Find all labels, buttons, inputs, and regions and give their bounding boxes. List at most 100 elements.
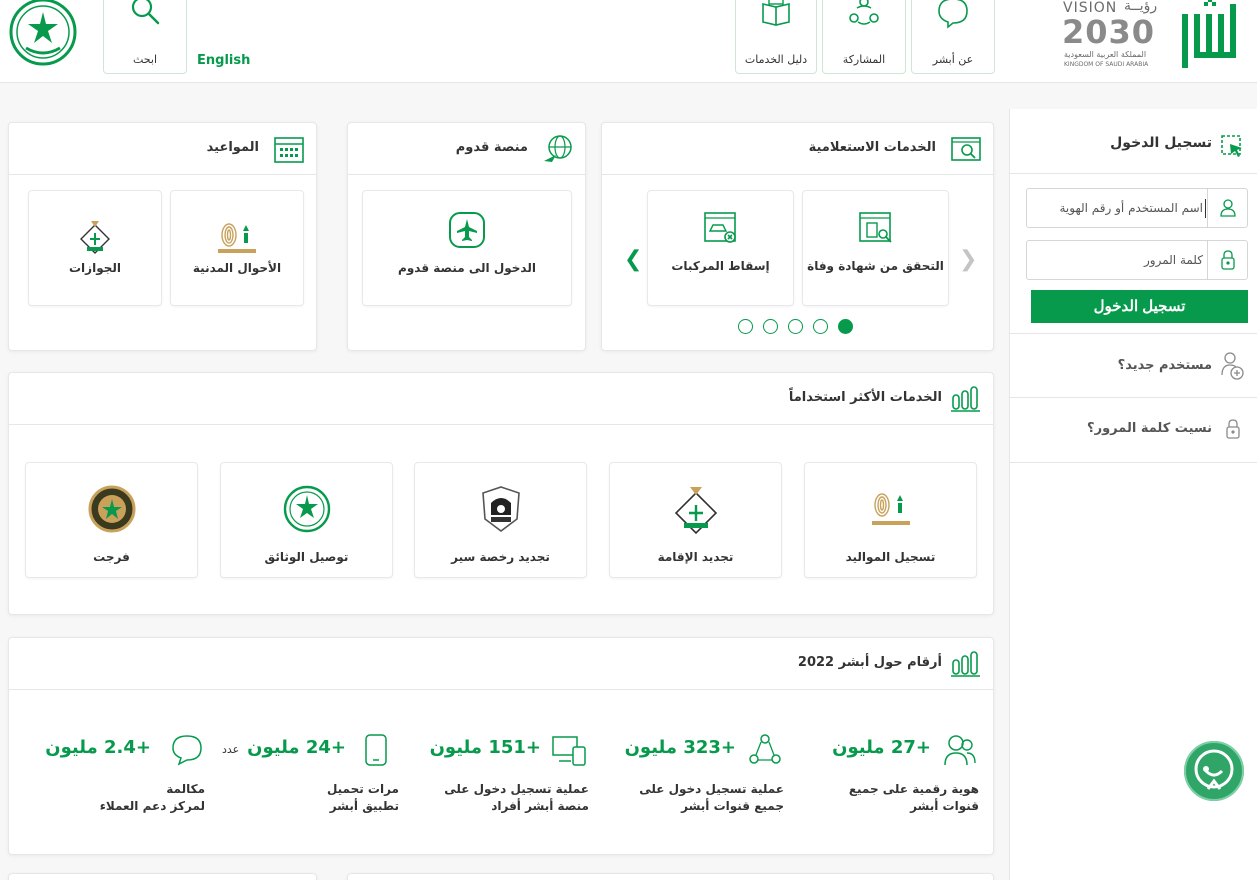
traffic-police-badge-icon bbox=[481, 486, 520, 532]
search-label: ابحث bbox=[132, 53, 158, 66]
carousel-dot[interactable] bbox=[763, 319, 778, 334]
carousel-dot[interactable] bbox=[813, 319, 828, 334]
vision-kingdom-en: KINGDOM OF SAUDI ARABIA bbox=[1064, 61, 1149, 68]
card-header: الخدمات الاستعلامية bbox=[602, 123, 993, 175]
speech-bubble-icon bbox=[172, 735, 202, 766]
forgot-password-row[interactable]: نسيت كلمة المرور؟ bbox=[1010, 398, 1257, 463]
nav-label: عن أبشر bbox=[932, 53, 974, 66]
users-icon bbox=[944, 735, 976, 766]
forgot-password-link[interactable]: نسيت كلمة المرور؟ bbox=[1087, 421, 1212, 436]
chatbot-icon bbox=[1184, 741, 1244, 801]
most-used-title: الخدمات الأكثر استخداماً bbox=[788, 390, 942, 405]
tile-birth-registration[interactable]: تسجيل المواليد bbox=[804, 462, 977, 578]
stat-desc-line2: قنوات أبشر bbox=[910, 799, 979, 813]
globe-plane-icon bbox=[544, 135, 572, 162]
nav-label: المشاركة bbox=[842, 53, 886, 66]
card-header: أرقام حول أبشر 2022 bbox=[9, 638, 993, 690]
search-icon bbox=[131, 0, 160, 25]
partial-card bbox=[347, 873, 994, 880]
tile-vehicle-deregistration[interactable]: إسقاط المركبات bbox=[647, 190, 794, 306]
arrival-platform-card: منصة قدوم الدخول الى منصة قدوم bbox=[347, 122, 586, 351]
tile-enter-arrival[interactable]: الدخول الى منصة قدوم bbox=[362, 190, 572, 306]
card-header: الخدمات الأكثر استخداماً bbox=[9, 373, 993, 425]
absher-logo[interactable] bbox=[1178, 0, 1242, 72]
share-icon bbox=[849, 0, 879, 25]
carousel-dot-active[interactable] bbox=[838, 319, 853, 334]
stat-desc-line2: جميع قنوات أبشر bbox=[681, 799, 784, 813]
username-field[interactable]: اسم المستخدم أو رقم الهوية bbox=[1026, 188, 1248, 228]
password-placeholder: كلمة المرور bbox=[1143, 253, 1203, 267]
tile-passports[interactable]: الجوازات bbox=[28, 190, 162, 306]
stat-desc-line1: عملية تسجيل دخول على bbox=[639, 782, 784, 796]
bar-chart-icon bbox=[951, 386, 980, 412]
stat-all-logins: +323 مليون عملية تسجيل دخول على جميع قنو… bbox=[614, 733, 794, 823]
new-user-row[interactable]: مستخدم جديد؟ bbox=[1010, 333, 1257, 398]
ministry-emblem-icon bbox=[283, 485, 330, 533]
lock-icon bbox=[1221, 250, 1235, 270]
ministry-emblem-logo[interactable] bbox=[8, 0, 78, 66]
search-button[interactable]: ابحث bbox=[103, 0, 187, 74]
appointments-card: المواعيد الأحوال المدنية الجوازات bbox=[8, 122, 317, 351]
stat-platform-logins: +151 مليون عملية تسجيل دخول على منصة أبش… bbox=[419, 733, 599, 823]
stat-number: +27 مليون bbox=[832, 737, 931, 758]
add-user-icon bbox=[1221, 352, 1244, 380]
tile-farajat[interactable]: فرجت bbox=[25, 462, 198, 578]
carousel-next-arrow[interactable]: ❮ bbox=[624, 247, 642, 272]
stat-number: +2.4 مليون bbox=[45, 737, 151, 758]
username-placeholder: اسم المستخدم أو رقم الهوية bbox=[1059, 201, 1203, 215]
civil-affairs-logo-icon bbox=[218, 223, 256, 253]
tile-iqama-renewal[interactable]: تجديد الإقامة bbox=[609, 462, 782, 578]
text-cursor bbox=[1205, 199, 1206, 218]
tile-vehicle-registration-renewal[interactable]: تجديد رخصة سير bbox=[414, 462, 587, 578]
login-submit-button[interactable]: تسجيل الدخول bbox=[1031, 290, 1248, 323]
card-header: المواعيد bbox=[9, 123, 316, 175]
nav-participation[interactable]: المشاركة bbox=[822, 0, 906, 74]
carousel-dot[interactable] bbox=[788, 319, 803, 334]
stat-desc-line2: منصة أبشر أفراد bbox=[491, 799, 589, 813]
site-header: ابحث English دليل الخدمات المشاركة عن أب… bbox=[0, 0, 1257, 83]
inquiry-title: الخدمات الاستعلامية bbox=[808, 140, 936, 155]
stat-desc-line1: عملية تسجيل دخول على bbox=[444, 782, 589, 796]
stat-unit: عدد bbox=[222, 743, 240, 756]
chat-bubble-icon bbox=[938, 0, 968, 29]
tile-label: الدخول الى منصة قدوم bbox=[398, 261, 536, 275]
absher-stats-card: أرقام حول أبشر 2022 +27 مليون هوية رقمية… bbox=[8, 637, 994, 855]
tile-document-delivery[interactable]: توصيل الوثائق bbox=[220, 462, 393, 578]
nav-about-absher[interactable]: عن أبشر bbox=[911, 0, 995, 74]
farajat-badge-icon bbox=[88, 485, 135, 533]
vision-kingdom-ar: المملكة العربية السعودية bbox=[1064, 50, 1147, 59]
nav-label: دليل الخدمات bbox=[744, 53, 808, 66]
calendar-icon bbox=[274, 137, 304, 163]
certificate-search-icon bbox=[858, 212, 892, 243]
field-icon-box bbox=[1207, 241, 1247, 279]
vision-arabic: رؤيــة bbox=[1124, 0, 1158, 14]
password-field[interactable]: كلمة المرور bbox=[1026, 240, 1248, 280]
carousel-prev-arrow[interactable]: ❯ bbox=[959, 247, 977, 272]
nav-services-guide[interactable]: دليل الخدمات bbox=[735, 0, 817, 74]
monitor-search-icon bbox=[951, 137, 981, 161]
stat-desc-line1: مرات تحميل bbox=[326, 782, 399, 796]
tile-label: فرجت bbox=[93, 550, 130, 564]
login-header: تسجيل الدخول bbox=[1010, 109, 1257, 174]
stat-support-calls: +2.4 مليون مكالمة لمركز دعم العملاء bbox=[29, 733, 209, 823]
passports-logo-icon bbox=[80, 221, 110, 254]
stats-title: أرقام حول أبشر 2022 bbox=[797, 655, 942, 670]
tile-death-certificate[interactable]: التحقق من شهادة وفاة bbox=[802, 190, 949, 306]
smartphone-icon bbox=[365, 734, 387, 766]
tile-label: الأحوال المدنية bbox=[192, 261, 282, 275]
stat-desc-line2: تطبيق أبشر bbox=[329, 799, 399, 813]
stat-app-downloads: +24 مليون عدد مرات تحميل تطبيق أبشر bbox=[214, 733, 404, 823]
vision-2030-logo: VISION رؤيــة 2030 المملكة العربية السعو… bbox=[1062, 0, 1170, 72]
chat-assistant-button[interactable] bbox=[1184, 741, 1244, 801]
card-header: منصة قدوم bbox=[348, 123, 585, 175]
lock-icon bbox=[1226, 419, 1240, 439]
tile-civil-affairs[interactable]: الأحوال المدنية bbox=[170, 190, 304, 306]
field-icon-box bbox=[1207, 189, 1247, 227]
english-language-link[interactable]: English bbox=[197, 53, 250, 68]
stat-desc-line1: مكالمة bbox=[166, 782, 205, 796]
stat-desc-line2: لمركز دعم العملاء bbox=[99, 799, 205, 813]
car-remove-icon bbox=[703, 212, 736, 243]
carousel-dot[interactable] bbox=[738, 319, 753, 334]
login-title: تسجيل الدخول bbox=[1110, 135, 1212, 151]
new-user-link[interactable]: مستخدم جديد؟ bbox=[1118, 358, 1212, 373]
